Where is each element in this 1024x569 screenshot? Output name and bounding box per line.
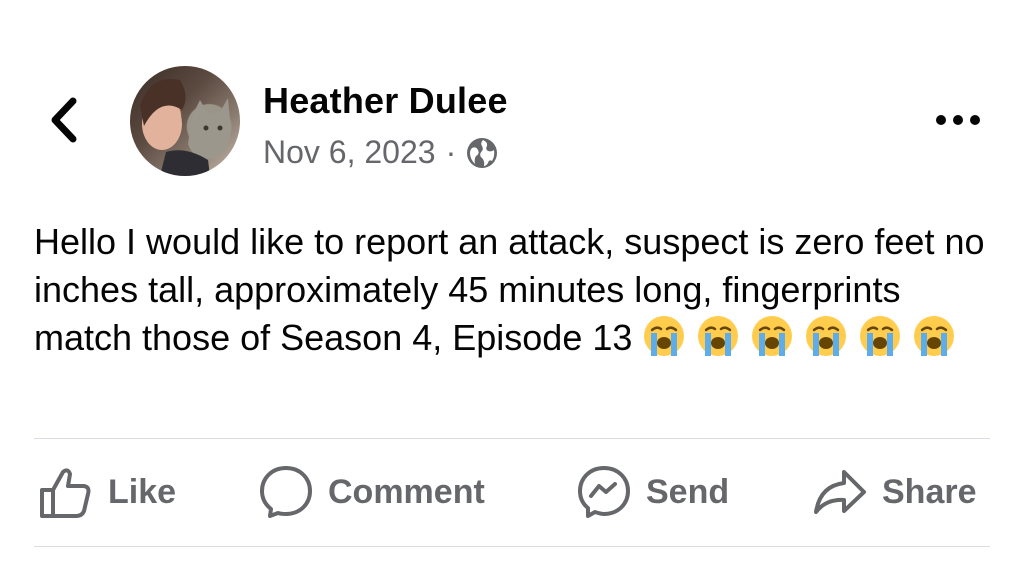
globe-icon[interactable] bbox=[466, 137, 498, 169]
avatar[interactable] bbox=[130, 66, 240, 176]
post-meta: Nov 6, 2023 · bbox=[263, 134, 498, 171]
like-label: Like bbox=[108, 472, 177, 511]
crying-face-icon bbox=[806, 316, 847, 356]
back-button[interactable] bbox=[44, 94, 84, 146]
author-name[interactable]: Heather Dulee bbox=[263, 80, 508, 122]
share-label: Share bbox=[882, 472, 977, 511]
divider-top bbox=[34, 438, 990, 439]
comment-icon bbox=[260, 466, 312, 518]
more-dots-icon bbox=[936, 115, 980, 125]
post-date[interactable]: Nov 6, 2023 bbox=[263, 134, 436, 171]
share-arrow-icon bbox=[814, 470, 866, 514]
send-label: Send bbox=[646, 472, 730, 511]
action-bar: Like Comment Send Share bbox=[0, 456, 1024, 528]
divider-bottom bbox=[34, 546, 990, 547]
chevron-left-icon bbox=[51, 97, 77, 143]
like-button[interactable]: Like bbox=[38, 456, 176, 528]
send-button[interactable]: Send bbox=[576, 456, 729, 528]
crying-face-icon bbox=[914, 316, 955, 356]
more-options-button[interactable] bbox=[934, 106, 982, 134]
crying-face-icon bbox=[752, 316, 793, 356]
crying-face-icon bbox=[698, 316, 739, 356]
crying-face-icon bbox=[644, 316, 685, 356]
messenger-icon bbox=[578, 466, 630, 518]
share-button[interactable]: Share bbox=[812, 456, 977, 528]
comment-label: Comment bbox=[328, 472, 485, 511]
post-body: Hello I would like to report an attack, … bbox=[34, 218, 994, 362]
thumbs-up-icon bbox=[40, 468, 91, 518]
meta-separator: · bbox=[445, 134, 457, 170]
crying-face-icon bbox=[860, 316, 901, 356]
avatar-photo bbox=[140, 79, 231, 176]
comment-button[interactable]: Comment bbox=[258, 456, 485, 528]
emoji-row bbox=[632, 316, 956, 358]
